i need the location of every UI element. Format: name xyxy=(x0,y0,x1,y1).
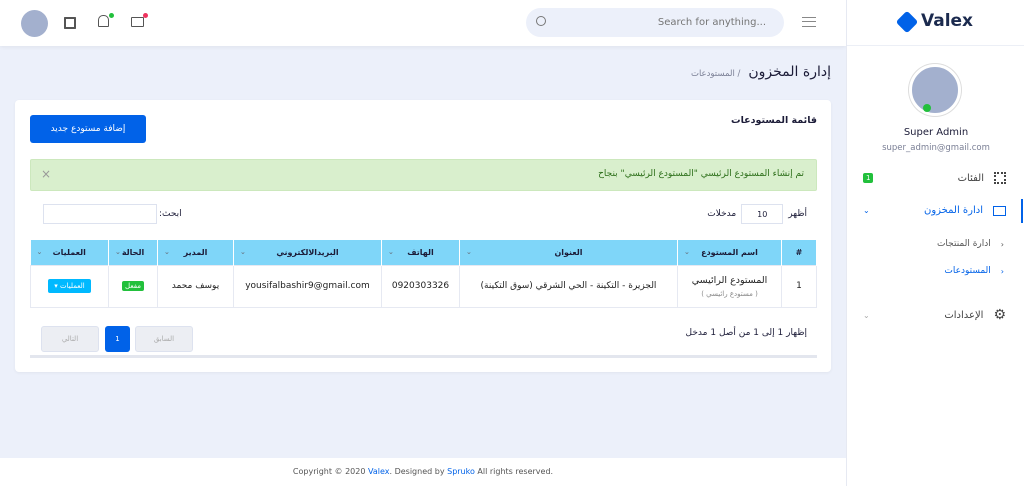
copyright: Copyright © 2020 xyxy=(292,467,366,476)
cell-status: مفعل xyxy=(108,264,158,308)
footer: Copyright © 2020 Valex. Designed by Spru… xyxy=(0,458,846,486)
warehouses-card: قائمة المستودعات إضافة مستودع جديد تم إن… xyxy=(15,100,831,372)
notification-dot xyxy=(109,13,114,18)
sort-icon: ⌄ xyxy=(240,248,246,256)
search-label: ابحث: xyxy=(159,209,182,219)
actions-dropdown-button[interactable]: العمليات ▾ xyxy=(48,279,91,293)
warehouses-table: # اسم المستودع ⌄ العنوان ⌄ الهاتف ⌄ البريدا… xyxy=(30,240,817,308)
search-icon[interactable] xyxy=(536,16,546,26)
user-email: super_admin@gmail.com xyxy=(882,143,990,153)
sidebar-item-label: المستودعات xyxy=(944,266,991,276)
col-manager[interactable]: المدير ⌄ xyxy=(157,240,234,265)
designed-by: . Designed by xyxy=(389,467,445,476)
brand-logo[interactable]: Valex xyxy=(847,0,1024,46)
col-actions[interactable]: العمليات ⌄ xyxy=(30,240,109,265)
pagination-info: إظهار 1 إلى 1 من أصل 1 مدخل xyxy=(685,328,807,338)
entries-select[interactable]: 10 xyxy=(741,204,784,224)
sidebar-item-label: الفئات xyxy=(957,172,984,184)
cell-actions: العمليات ▾ xyxy=(30,264,109,308)
cell-phone: 0920303326 xyxy=(381,264,460,308)
page-header: إدارة المخزون / المستودعات xyxy=(691,64,831,80)
warehouse-type: ( مستودع رائيسي ) xyxy=(701,289,758,298)
user-name: Super Admin xyxy=(903,127,969,138)
rights: All rights reserved. xyxy=(477,467,554,476)
alert-message: تم إنشاء المستودع الرئيسي "المستودع الرئ… xyxy=(598,169,804,179)
search-input[interactable] xyxy=(556,8,766,37)
col-number[interactable]: # xyxy=(781,240,817,265)
sort-icon: ⌄ xyxy=(466,248,472,256)
page-1-button[interactable]: 1 xyxy=(105,326,130,352)
cell-manager: يوسف محمد xyxy=(157,264,234,308)
badge: 1 xyxy=(863,173,874,183)
cell-address: الجزيرة - التكينة - الحي الشرقي (سوق الت… xyxy=(459,264,678,308)
page-title: إدارة المخزون xyxy=(748,64,831,80)
table-row: 1 المستودع الرائيسي ( مستودع رائيسي ) الج… xyxy=(30,264,817,308)
sidebar-item-label: ادارة المخزون xyxy=(923,205,983,216)
warehouse-name: المستودع الرائيسي xyxy=(691,274,768,286)
card-title: قائمة المستودعات xyxy=(731,115,817,126)
sidebar-item-categories[interactable]: الفئات 1 xyxy=(863,172,1006,184)
sidebar-subitem-warehouses[interactable]: ‹ المستودعات xyxy=(944,266,1004,276)
chevron-left-icon: ‹ xyxy=(1000,239,1004,249)
add-warehouse-button[interactable]: إضافة مستودع جديد xyxy=(30,115,146,143)
sidebar-item-label: الإعدادات xyxy=(944,309,984,321)
col-status[interactable]: الحالة ⌄ xyxy=(108,240,158,265)
sort-icon: ⌄ xyxy=(115,248,121,256)
active-indicator xyxy=(1021,199,1023,223)
breadcrumb[interactable]: / المستودعات xyxy=(691,69,740,79)
entries-label: مدخلات xyxy=(707,209,737,219)
cell-number: 1 xyxy=(781,264,817,308)
sidebar-subitem-products[interactable]: ‹ ادارة المنتجات xyxy=(937,239,1004,249)
status-badge: مفعل xyxy=(122,281,144,291)
footer-designer-link[interactable]: Spruko xyxy=(447,467,475,476)
success-alert: تم إنشاء المستودع الرئيسي "المستودع الرئ… xyxy=(30,159,817,191)
sidebar-item-label: ادارة المنتجات xyxy=(936,239,991,249)
table-header-row: # اسم المستودع ⌄ العنوان ⌄ الهاتف ⌄ البريدا… xyxy=(30,240,817,265)
bell-icon[interactable] xyxy=(98,15,109,27)
sort-icon: ⌄ xyxy=(164,248,170,256)
cell-name: المستودع الرائيسي ( مستودع رائيسي ) xyxy=(677,264,782,308)
sort-icon: ⌄ xyxy=(684,248,690,256)
sidebar-item-settings[interactable]: ⚙ الإعدادات ⌄ xyxy=(863,307,1006,323)
grid-icon xyxy=(994,172,1006,184)
chevron-down-icon: ⌄ xyxy=(863,310,870,320)
avatar[interactable] xyxy=(21,10,48,37)
top-header xyxy=(0,0,846,46)
prev-page-button[interactable]: السابق xyxy=(135,326,193,352)
close-icon[interactable]: × xyxy=(41,167,51,181)
online-indicator xyxy=(923,104,931,112)
sort-icon: ⌄ xyxy=(388,248,394,256)
fullscreen-icon[interactable] xyxy=(64,17,76,29)
col-name[interactable]: اسم المستودع ⌄ xyxy=(677,240,782,265)
menu-toggle-icon[interactable] xyxy=(802,17,816,27)
sidebar-item-inventory[interactable]: ادارة المخزون ⌄ xyxy=(863,205,1006,216)
chevron-down-icon: ⌄ xyxy=(863,206,870,215)
show-label: أظهر xyxy=(788,209,807,219)
table-search-input[interactable] xyxy=(43,204,157,224)
sidebar: Valex Super Admin super_admin@gmail.com … xyxy=(846,0,1024,486)
gear-icon: ⚙ xyxy=(993,307,1006,323)
footer-brand-link[interactable]: Valex xyxy=(368,467,390,476)
sort-icon: ⌄ xyxy=(36,248,43,256)
table-scrollbar[interactable] xyxy=(30,355,817,358)
profile-avatar xyxy=(909,64,961,116)
col-address[interactable]: العنوان ⌄ xyxy=(459,240,678,265)
chevron-left-icon: ‹ xyxy=(1000,266,1004,276)
logo-icon xyxy=(895,10,919,34)
mail-dot xyxy=(143,13,148,18)
col-email[interactable]: البريدالالكتروني ⌄ xyxy=(233,240,382,265)
archive-icon xyxy=(993,205,1006,216)
cell-email: yousifalbashir9@gmail.com xyxy=(233,264,382,308)
entries-control: أظهر 10 مدخلات xyxy=(707,204,807,224)
mail-icon[interactable] xyxy=(131,17,144,27)
col-phone[interactable]: الهاتف ⌄ xyxy=(381,240,460,265)
next-page-button[interactable]: التالي xyxy=(41,326,99,352)
brand-name: Valex xyxy=(921,11,974,31)
table-search: ابحث: xyxy=(43,204,182,224)
search-bar[interactable] xyxy=(526,8,784,37)
